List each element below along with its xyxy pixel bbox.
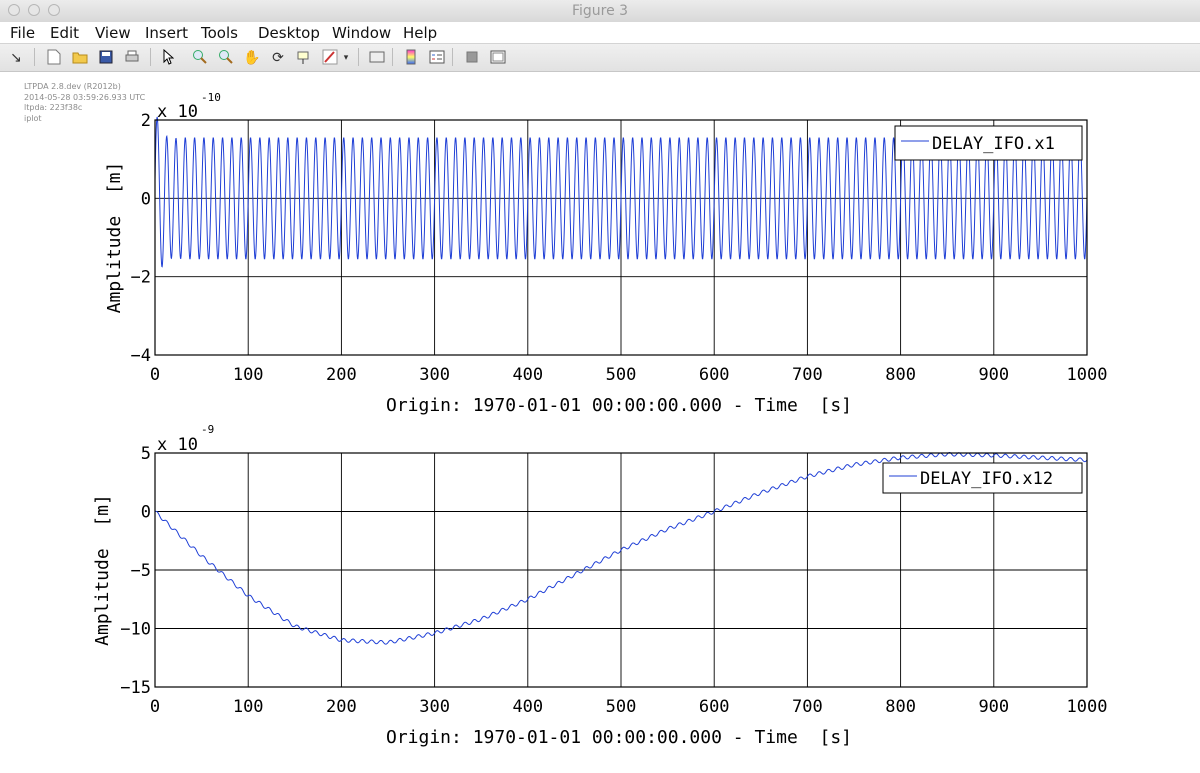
legend-label: DELAY_IFO.x1 [932, 134, 1055, 154]
y-tick-label: −4 [131, 346, 151, 366]
y-exponent-base: x 10 [157, 435, 198, 455]
x-tick-label: 300 [419, 365, 450, 385]
x-tick-label: 400 [512, 697, 543, 717]
y-tick-label: 0 [141, 189, 151, 209]
y-tick-label: −10 [120, 620, 151, 640]
y-tick-label: −15 [120, 678, 151, 698]
x-tick-label: 100 [233, 697, 264, 717]
x-tick-label: 1000 [1067, 365, 1108, 385]
x-tick-label: 1000 [1067, 697, 1108, 717]
x-axis-label: Origin: 1970-01-01 00:00:00.000 - Time [… [386, 727, 852, 748]
x-tick-label: 600 [699, 697, 730, 717]
y-tick-label: 5 [141, 444, 151, 464]
x-tick-label: 900 [978, 365, 1009, 385]
x-tick-label: 700 [792, 365, 823, 385]
x-tick-label: 500 [606, 365, 637, 385]
y-axis-label: Amplitude [m] [104, 162, 125, 314]
x-tick-label: 300 [419, 697, 450, 717]
x-tick-label: 900 [978, 697, 1009, 717]
x-tick-label: 600 [699, 365, 730, 385]
y-exponent-power: -10 [201, 91, 221, 104]
x-tick-label: 200 [326, 697, 357, 717]
x-tick-label: 100 [233, 365, 264, 385]
y-axis-label: Amplitude [m] [92, 494, 113, 646]
y-tick-label: −2 [131, 268, 151, 288]
x-tick-label: 200 [326, 365, 357, 385]
y-tick-label: 0 [141, 503, 151, 523]
x-axis-label: Origin: 1970-01-01 00:00:00.000 - Time [… [386, 395, 852, 416]
y-exponent-base: x 10 [157, 102, 198, 122]
x-tick-label: 700 [792, 697, 823, 717]
x-tick-label: 400 [512, 365, 543, 385]
y-exponent-power: -9 [201, 423, 214, 436]
x-tick-label: 500 [606, 697, 637, 717]
x-tick-label: 0 [150, 365, 160, 385]
x-tick-label: 0 [150, 697, 160, 717]
x-tick-label: 800 [885, 365, 916, 385]
legend-label: DELAY_IFO.x12 [920, 469, 1053, 489]
y-tick-label: 2 [141, 111, 151, 131]
figure-canvas: 0 100 200 300 400 500 600 700 800 900 1000−4−202 x … [92, 91, 1108, 748]
x-tick-label: 800 [885, 697, 916, 717]
y-tick-label: −5 [131, 561, 151, 581]
